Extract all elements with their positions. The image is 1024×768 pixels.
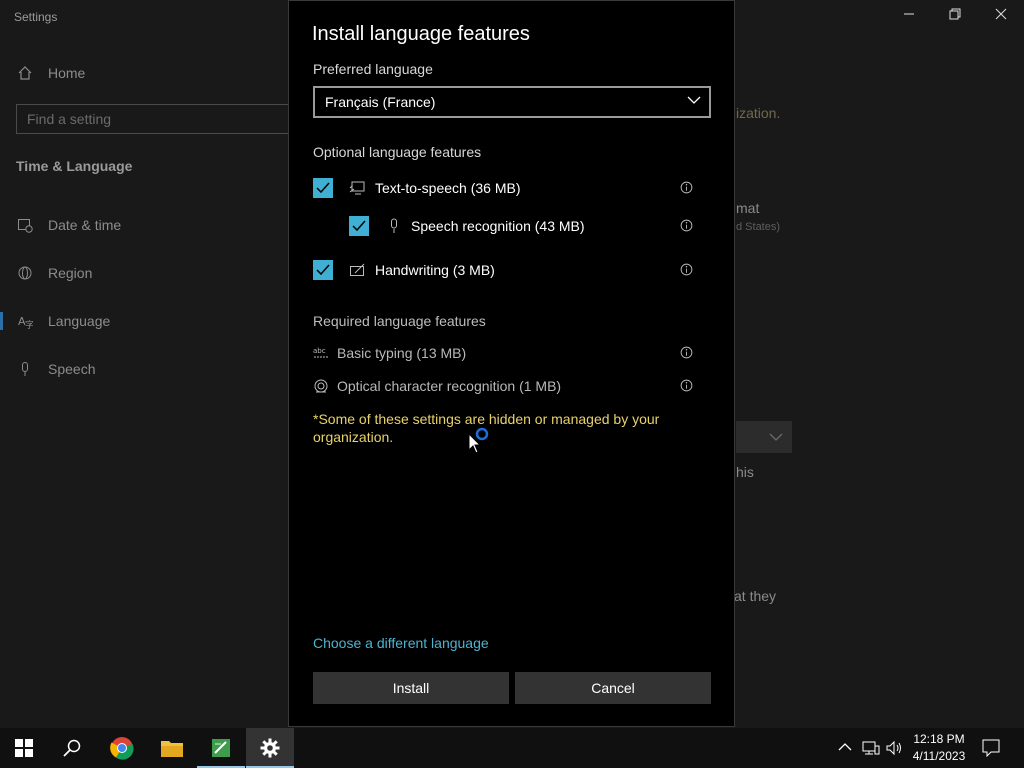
- text-to-speech-icon: [349, 179, 367, 197]
- basic-typing-info-icon[interactable]: [680, 346, 693, 362]
- nav-item-date-time[interactable]: Date & time: [16, 216, 121, 234]
- close-icon: [995, 8, 1007, 20]
- busy-cursor-icon: [467, 426, 491, 459]
- nav-section-title: Time & Language: [16, 158, 133, 174]
- text-to-speech-label: Text-to-speech (36 MB): [375, 180, 521, 196]
- speech-recognition-checkbox[interactable]: [349, 216, 369, 236]
- search-button[interactable]: [48, 728, 96, 768]
- notifications-icon[interactable]: [982, 739, 1000, 762]
- restore-icon: [949, 8, 961, 20]
- install-button[interactable]: Install: [313, 672, 509, 704]
- nav-item-language[interactable]: A字 Language: [16, 312, 110, 330]
- clock-time: 12:18 PM: [913, 732, 965, 746]
- bg-format-sub-text: d States): [736, 221, 781, 233]
- nav-item-region[interactable]: Region: [16, 264, 92, 282]
- nav-item-speech[interactable]: Speech: [16, 360, 95, 378]
- text-to-speech-checkbox[interactable]: [313, 178, 333, 198]
- volume-icon[interactable]: [886, 740, 904, 761]
- taskbar: 12:18 PM 4/11/2023: [0, 728, 1024, 768]
- choose-different-language-link[interactable]: Choose a different language: [313, 635, 489, 651]
- checkmark-icon: [316, 182, 330, 194]
- bg-dropdown[interactable]: [736, 421, 792, 453]
- start-button[interactable]: [0, 728, 48, 768]
- language-icon: A字: [16, 312, 34, 330]
- restore-button[interactable]: [944, 6, 966, 26]
- optional-features-label: Optional language features: [313, 144, 482, 160]
- microphone-icon: [385, 217, 403, 235]
- bg-format-text: mat: [736, 200, 760, 216]
- checkmark-icon: [352, 220, 366, 232]
- abc-icon: abc: [313, 344, 329, 362]
- notepad-taskbar-button[interactable]: [197, 728, 245, 768]
- svg-text:abc: abc: [313, 347, 326, 355]
- file-explorer-taskbar-button[interactable]: [148, 728, 196, 768]
- ocr-info-icon[interactable]: [680, 379, 693, 395]
- managed-settings-note: *Some of these settings are hidden or ma…: [313, 411, 660, 445]
- install-language-features-dialog: Install language features Preferred lang…: [288, 0, 735, 727]
- nav-item-label: Language: [48, 313, 111, 329]
- feature-speech-recognition: Speech recognition (43 MB): [349, 216, 705, 236]
- speech-recognition-label: Speech recognition (43 MB): [411, 218, 585, 234]
- chrome-icon: [110, 737, 134, 760]
- ocr-icon: [313, 377, 329, 395]
- preferred-language-select[interactable]: Français (France): [313, 86, 711, 118]
- nav-item-label: Date & time: [48, 217, 122, 233]
- text-to-speech-info-icon[interactable]: [680, 181, 693, 197]
- basic-typing-label: Basic typing (13 MB): [337, 345, 467, 361]
- checkmark-icon: [316, 264, 330, 276]
- gear-icon: [260, 738, 280, 758]
- chevron-down-icon: [769, 433, 783, 441]
- feature-handwriting: Handwriting (3 MB): [313, 260, 705, 280]
- search-icon: [63, 739, 81, 757]
- speech-recognition-info-icon[interactable]: [680, 219, 693, 235]
- microphone-icon: [16, 360, 34, 378]
- clock-date: 4/11/2023: [912, 749, 966, 763]
- required-basic-typing: abc Basic typing (13 MB): [313, 343, 705, 363]
- chrome-taskbar-button[interactable]: [98, 728, 146, 768]
- globe-icon: [16, 264, 34, 282]
- bg-org-text: ization.: [736, 105, 781, 121]
- svg-text:字: 字: [25, 319, 33, 329]
- minimize-button[interactable]: [898, 6, 920, 26]
- dialog-title: Install language features: [312, 23, 530, 45]
- minimize-icon: [904, 13, 914, 15]
- close-button[interactable]: [990, 6, 1012, 26]
- preferred-language-value: Français (France): [325, 94, 436, 110]
- notepad-icon: [212, 739, 230, 757]
- cancel-button[interactable]: Cancel: [515, 672, 711, 704]
- chevron-down-icon: [687, 96, 701, 104]
- show-hidden-icons-chevron-up-icon[interactable]: [838, 740, 852, 759]
- windows-logo-icon: [15, 739, 33, 757]
- feature-text-to-speech: Text-to-speech (36 MB): [313, 178, 705, 198]
- handwriting-info-icon[interactable]: [680, 263, 693, 279]
- bg-they-text: at they: [734, 588, 777, 604]
- window-title: Settings: [14, 10, 58, 24]
- nav-item-label: Region: [48, 265, 93, 281]
- required-features-label: Required language features: [313, 313, 486, 329]
- calendar-clock-icon: [16, 216, 34, 234]
- nav-item-label: Speech: [48, 361, 96, 377]
- nav-selection-indicator: [0, 312, 3, 330]
- clock[interactable]: 12:18 PM 4/11/2023: [906, 731, 972, 765]
- bg-this-text: his: [736, 464, 754, 480]
- folder-icon: [161, 741, 183, 757]
- handwriting-label: Handwriting (3 MB): [375, 262, 495, 278]
- handwriting-checkbox[interactable]: [313, 260, 333, 280]
- nav-home-label: Home: [48, 65, 86, 81]
- handwriting-icon: [349, 261, 367, 279]
- ocr-label: Optical character recognition (1 MB): [337, 378, 562, 394]
- search-input[interactable]: Find a setting: [16, 104, 302, 134]
- network-icon[interactable]: [862, 740, 880, 761]
- home-icon: [16, 64, 34, 82]
- preferred-language-label: Preferred language: [313, 61, 433, 77]
- settings-taskbar-button[interactable]: [246, 728, 294, 768]
- nav-home[interactable]: Home: [16, 64, 85, 82]
- required-ocr: Optical character recognition (1 MB): [313, 376, 705, 396]
